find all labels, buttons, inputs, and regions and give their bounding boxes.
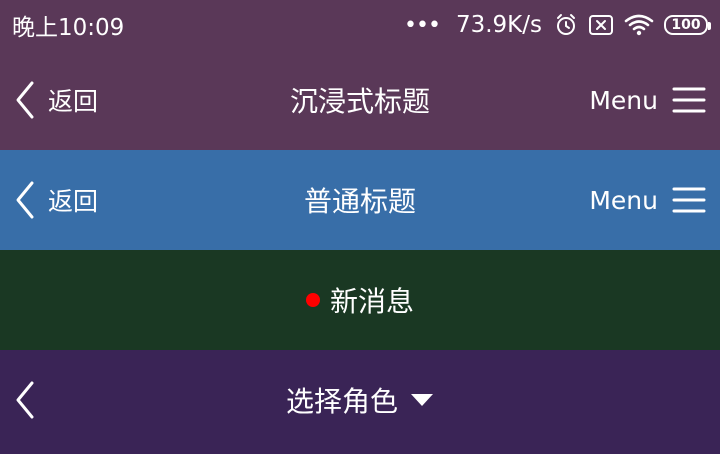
unread-dot [305, 293, 320, 307]
battery-indicator: 100 [664, 15, 711, 35]
chevron-left-icon [16, 181, 34, 219]
app-screen: 晚上10:09 ••• 73.9K/s 100 返回 沉浸式标题 Menu 返回… [0, 0, 720, 454]
more-notifications-dots: ••• [404, 12, 441, 38]
status-time: 晚上10:09 [12, 15, 125, 41]
battery-level: 100 [671, 17, 701, 33]
normal-title-bar: 返回 普通标题 Menu [0, 150, 720, 250]
role-select-label: 选择角色 [285, 385, 398, 418]
back-button[interactable] [14, 380, 36, 420]
hamburger-icon [672, 187, 706, 213]
title-container: 选择角色 [0, 350, 720, 450]
immersive-title-bar: 返回 沉浸式标题 Menu [0, 50, 720, 150]
no-sim-icon [589, 15, 613, 35]
back-button[interactable]: 返回 [14, 180, 98, 220]
hamburger-icon [672, 87, 706, 113]
wifi-icon [624, 14, 654, 36]
back-label: 返回 [48, 87, 99, 116]
page-title: 普通标题 [303, 185, 416, 218]
status-bar: 晚上10:09 ••• 73.9K/s 100 [0, 0, 720, 50]
menu-label: Menu [589, 85, 658, 115]
status-right: ••• 73.9K/s 100 [404, 12, 711, 38]
title-container: 新消息 [0, 250, 720, 350]
menu-button[interactable]: Menu [589, 180, 706, 220]
role-title-bar: 选择角色 [0, 350, 720, 454]
back-button[interactable]: 返回 [14, 80, 98, 120]
menu-label: Menu [589, 185, 658, 215]
message-title-text: 新消息 [329, 285, 414, 318]
status-left: 晚上10:09 [12, 8, 124, 42]
chevron-left-icon [16, 381, 34, 419]
page-title: 沉浸式标题 [289, 85, 430, 118]
network-speed: 73.9K/s [455, 12, 542, 38]
role-select-dropdown[interactable]: 选择角色 [286, 380, 434, 420]
menu-button[interactable]: Menu [589, 80, 706, 120]
message-title-bar: 新消息 [0, 250, 720, 350]
caret-down-icon [411, 394, 433, 406]
new-message-title[interactable]: 新消息 [305, 280, 414, 320]
back-label: 返回 [48, 187, 99, 216]
alarm-icon [557, 14, 575, 35]
chevron-left-icon [16, 81, 34, 119]
